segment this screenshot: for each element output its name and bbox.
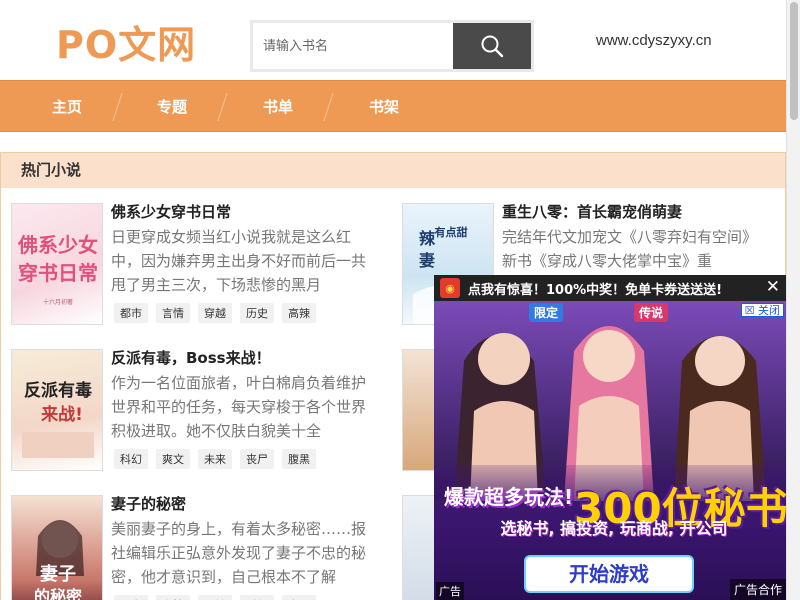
book-title[interactable]: 佛系少女穿书日常 <box>111 201 231 222</box>
book-tag[interactable]: 虐心 <box>282 595 316 600</box>
site-header: PO文网 www.cdyszyxy.cn <box>0 0 786 80</box>
ad-popup[interactable]: ◉ 点我有惊喜！100%中奖！免单卡券送送送! ✕ 限定 传说 ☒ 关闭 爆款超… <box>434 275 786 600</box>
book-tag[interactable]: 高辣 <box>282 303 316 323</box>
book-cover[interactable]: 佛系少女 穿书日常 十六月初著 <box>11 203 103 325</box>
book-title[interactable]: 反派有毒，Boss来战！ <box>111 347 271 368</box>
book-tag[interactable]: 言情 <box>156 595 190 600</box>
ad-close-button[interactable]: ☒ 关闭 <box>740 303 784 317</box>
nav-item-booklist[interactable]: 书单 <box>263 81 293 133</box>
book-tag[interactable]: 腹黑 <box>282 449 316 469</box>
ad-tag: 限定 <box>529 303 564 322</box>
svg-text:十六月初著: 十六月初著 <box>43 298 73 306</box>
book-tag[interactable]: 爽文 <box>156 449 190 469</box>
book-cover[interactable]: 反派有毒 来战! <box>11 349 103 471</box>
svg-text:反派有毒: 反派有毒 <box>24 380 92 401</box>
ad-banner-text[interactable]: 点我有惊喜！100%中奖！免单卡券送送送! <box>468 279 722 298</box>
book-tag[interactable]: 穿越 <box>198 303 232 323</box>
book-description: 日更穿成女频当红小说我就是这么红中，因为嫌弃男主出身不好而前后一共甩了男主三次，… <box>111 228 367 294</box>
scrollbar-thumb[interactable] <box>790 2 798 120</box>
book-item[interactable]: 妻子 的秘密 妻子的秘密 美丽妻子的身上，有着太多秘密……报社编辑乐正弘意外发现… <box>11 495 391 600</box>
nav-item-bookshelf[interactable]: 书架 <box>369 81 399 133</box>
ad-close-label: 关闭 <box>758 304 780 317</box>
book-tags: 科幻 爽文 未来 丧尸 腹黑 <box>114 449 316 469</box>
ad-partner-link[interactable]: 广告合作 <box>729 579 786 600</box>
svg-text:妻: 妻 <box>419 251 435 270</box>
book-item[interactable]: 反派有毒 来战! 反派有毒，Boss来战！ 作为一名位面旅者，叶白棉肩负着维护世… <box>11 349 391 477</box>
svg-text:有点甜: 有点甜 <box>435 225 468 239</box>
book-tag[interactable]: 丧尸 <box>240 449 274 469</box>
book-cover[interactable]: 妻子 的秘密 <box>11 495 103 600</box>
site-logo[interactable]: PO文网 <box>56 14 196 69</box>
page-scrollbar[interactable] <box>786 0 800 600</box>
svg-text:妻子: 妻子 <box>40 564 76 585</box>
book-tags: 都市 言情 穿越 历史 高辣 <box>114 303 316 323</box>
nav-item-topics[interactable]: 专题 <box>157 81 187 133</box>
svg-text:的秘密: 的秘密 <box>34 587 82 600</box>
ad-tag: 传说 <box>634 303 669 322</box>
main-nav: 主页 专题 书单 书架 <box>0 80 786 132</box>
book-tag[interactable]: 科幻 <box>114 449 148 469</box>
book-tag[interactable]: 反转 <box>198 595 232 600</box>
nav-separator <box>112 93 123 121</box>
book-item[interactable]: 佛系少女 穿书日常 十六月初著 佛系少女穿书日常 日更穿成女频当红小说我就是这么… <box>11 203 391 331</box>
book-description: 美丽妻子的身上，有着太多秘密……报社编辑乐正弘意外发现了妻子不忠的秘密，他才意识… <box>111 520 367 586</box>
book-title[interactable]: 妻子的秘密 <box>111 493 186 514</box>
ad-headline-prefix: 爆款超多玩法! <box>444 485 574 509</box>
book-tag[interactable]: 科幻 <box>240 595 274 600</box>
book-title[interactable]: 重生八零：首长霸宠俏萌妻 <box>502 201 682 222</box>
ad-banner-bar[interactable]: ◉ 点我有惊喜！100%中奖！免单卡券送送送! ✕ <box>434 275 786 301</box>
svg-text:佛系少女: 佛系少女 <box>17 233 98 257</box>
ad-start-game-button[interactable]: 开始游戏 <box>524 555 694 593</box>
ad-label: 广告 <box>436 582 464 600</box>
svg-text:穿书日常: 穿书日常 <box>18 261 98 285</box>
svg-text:来战!: 来战! <box>40 404 83 425</box>
book-tag[interactable]: 都市 <box>114 595 148 600</box>
book-description: 作为一名位面旅者，叶白棉肩负着维护世界和平的任务，每天穿梭于各个世界积极进取。她… <box>111 374 367 440</box>
close-icon[interactable]: ✕ <box>766 277 780 297</box>
gift-icon: ◉ <box>440 278 460 298</box>
search-icon <box>481 35 504 58</box>
nav-separator <box>217 93 228 121</box>
book-tag[interactable]: 未来 <box>198 449 232 469</box>
book-tags: 都市 言情 反转 科幻 虐心 <box>114 595 316 600</box>
book-tag[interactable]: 都市 <box>114 303 148 323</box>
nav-item-home[interactable]: 主页 <box>52 81 82 133</box>
svg-text:辣: 辣 <box>419 229 436 248</box>
book-tag[interactable]: 历史 <box>240 303 274 323</box>
section-title: 热门小说 <box>1 153 785 188</box>
search-box <box>250 20 534 72</box>
site-domain: www.cdyszyxy.cn <box>596 32 712 49</box>
ad-subline: 选秘书, 搞投资, 玩商战, 开公司 <box>500 519 728 538</box>
nav-separator <box>323 93 334 121</box>
search-input[interactable] <box>253 23 453 69</box>
search-button[interactable] <box>453 23 531 69</box>
book-tag[interactable]: 言情 <box>156 303 190 323</box>
